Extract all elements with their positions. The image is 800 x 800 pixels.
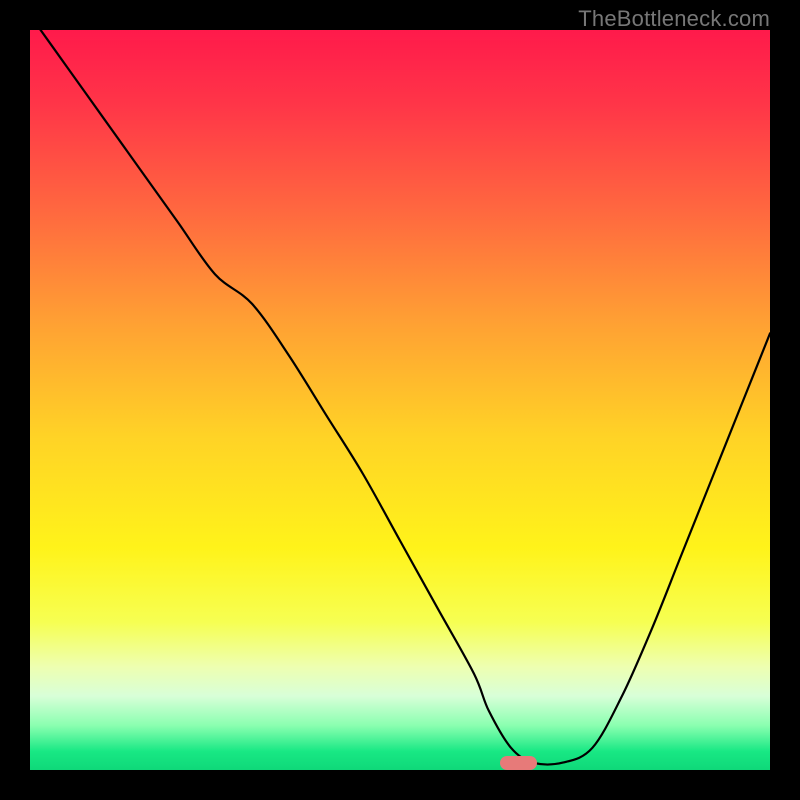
bottleneck-curve — [30, 30, 770, 770]
watermark-text: TheBottleneck.com — [578, 6, 770, 32]
optimum-marker — [500, 756, 537, 770]
chart-container: TheBottleneck.com — [0, 0, 800, 800]
plot-area — [30, 30, 770, 770]
